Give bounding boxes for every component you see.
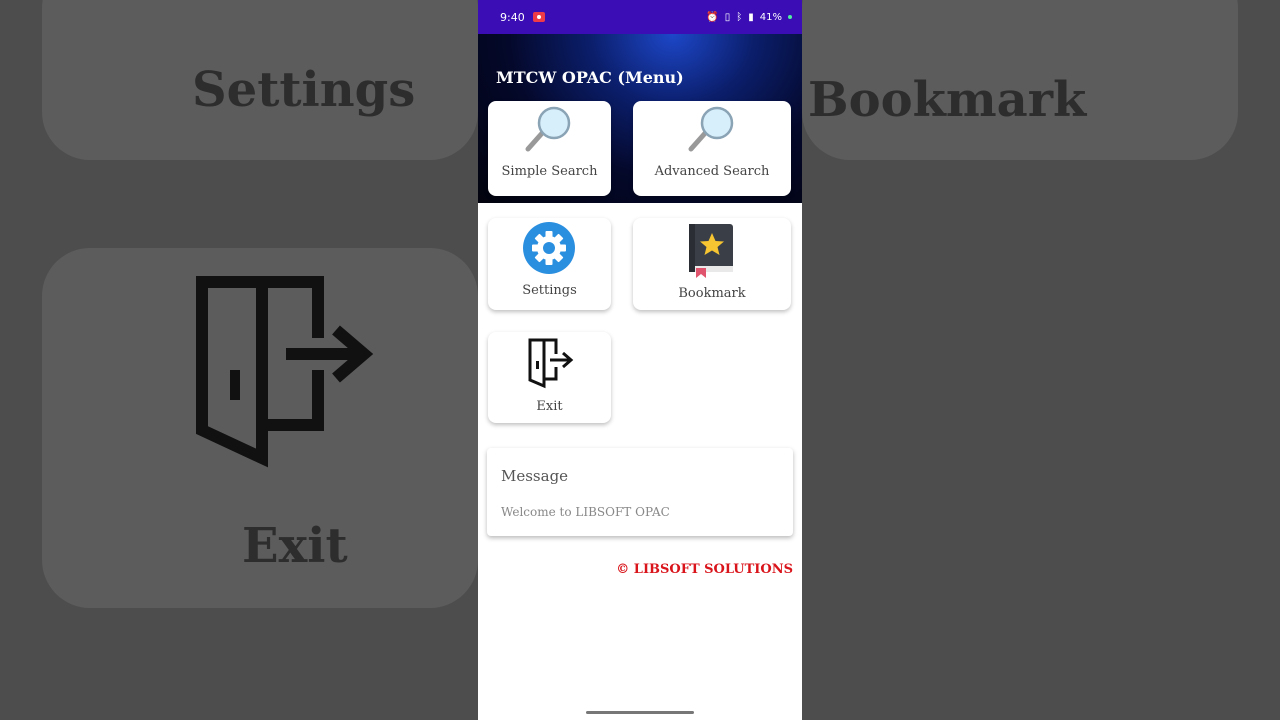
settings-label: Settings	[522, 283, 577, 298]
notification-dot-icon	[788, 15, 792, 19]
signal-icon: ▮	[748, 11, 754, 23]
vibrate-icon: ▯	[724, 11, 731, 23]
status-time: 9:40	[500, 10, 525, 24]
header-banner: MTCW OPAC (Menu) Simple Search Advanced …	[478, 34, 802, 203]
copyright-footer: © LIBSOFT SOLUTIONS	[616, 562, 793, 577]
phone-screen: 9:40 ⏰ ▯ ᛒ ▮ 41% MTCW OPAC (Menu) Simple…	[478, 0, 802, 720]
message-text: Welcome to LIBSOFT OPAC	[501, 505, 670, 519]
magnifier-icon	[688, 106, 734, 152]
exit-button[interactable]: Exit	[488, 332, 611, 423]
settings-button[interactable]: Settings	[488, 218, 611, 310]
advanced-search-button[interactable]: Advanced Search	[633, 101, 791, 196]
magnifier-icon	[525, 106, 571, 152]
message-title: Message	[501, 467, 569, 485]
background-exit-icon	[196, 276, 374, 468]
bookmark-label: Bookmark	[678, 286, 746, 301]
bookmark-book-icon	[689, 224, 733, 278]
simple-search-button[interactable]: Simple Search	[488, 101, 611, 196]
exit-door-icon	[528, 338, 574, 389]
alarm-icon: ⏰	[706, 11, 719, 23]
simple-search-label: Simple Search	[501, 164, 598, 179]
bluetooth-icon: ᛒ	[736, 11, 743, 23]
status-bar: 9:40 ⏰ ▯ ᛒ ▮ 41%	[478, 0, 802, 34]
home-indicator[interactable]	[586, 711, 694, 714]
background-label-bookmark: Bookmark	[808, 72, 1087, 128]
screen-record-icon	[532, 12, 545, 22]
background-label-exit: Exit	[242, 518, 348, 574]
battery-level: 41%	[759, 11, 782, 23]
status-icons: ⏰ ▯ ᛒ ▮ 41%	[706, 12, 792, 23]
message-card: Message Welcome to LIBSOFT OPAC	[487, 448, 793, 536]
bookmark-button[interactable]: Bookmark	[633, 218, 791, 310]
advanced-search-label: Advanced Search	[654, 164, 770, 179]
exit-label: Exit	[536, 399, 563, 414]
background-label-settings: Settings	[192, 62, 416, 118]
gear-icon	[523, 222, 575, 274]
app-title: MTCW OPAC (Menu)	[496, 68, 684, 87]
